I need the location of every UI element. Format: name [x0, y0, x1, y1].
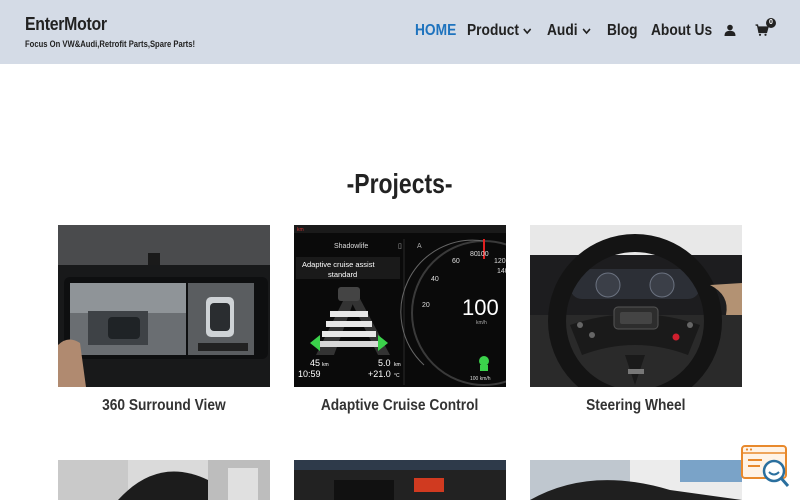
- cluster-mode-line2: standard: [328, 270, 357, 279]
- projects-heading-text: -Projects-: [347, 168, 453, 199]
- chevron-down-icon: [523, 28, 532, 35]
- dial-label-20: 20: [422, 302, 430, 309]
- cluster-speed-unit: km/h: [476, 320, 487, 326]
- search-chat-icon: [741, 445, 790, 487]
- nav-about[interactable]: About Us: [651, 22, 712, 40]
- nav-blog-label: Blog: [607, 22, 638, 39]
- cluster-temp: +21.0: [368, 369, 391, 379]
- dial-label-120: 120: [494, 258, 506, 265]
- project-card-360[interactable]: 360 Surround View: [58, 225, 270, 415]
- project-label-360[interactable]: 360 Surround View: [58, 397, 270, 415]
- project-card-acc[interactable]: km Shadowlife Adaptive cruise assist sta…: [294, 225, 506, 415]
- project-image-steering[interactable]: [530, 225, 742, 387]
- nav-about-label: About Us: [651, 22, 713, 39]
- cluster-set-speed: 100 km/h: [470, 376, 491, 382]
- cluster-speed: 100: [462, 295, 499, 320]
- project-image-acc[interactable]: km Shadowlife Adaptive cruise assist sta…: [294, 225, 506, 387]
- cluster-distance: 45: [310, 358, 320, 368]
- nav-blog[interactable]: Blog: [607, 22, 638, 40]
- nav-home[interactable]: HOME: [415, 22, 456, 40]
- project-label-acc-text: Adaptive Cruise Control: [321, 397, 479, 414]
- project-card-row2-3[interactable]: [530, 460, 742, 500]
- cluster-time: 10:59: [298, 369, 321, 379]
- cluster-temp-unit: °C: [394, 373, 400, 379]
- nav-audi[interactable]: Audi: [547, 22, 591, 40]
- dial-label-100: 100: [477, 251, 489, 258]
- main-nav: HOME Product Audi Blog About Us: [0, 22, 800, 42]
- dial-label-40: 40: [431, 276, 439, 283]
- project-label-steering[interactable]: Steering Wheel: [530, 397, 742, 415]
- project-label-360-text: 360 Surround View: [102, 397, 226, 414]
- project-card-row2-1[interactable]: [58, 460, 270, 500]
- svg-text:A: A: [417, 243, 422, 250]
- project-label-steering-text: Steering Wheel: [586, 397, 686, 414]
- projects-heading: -Projects-: [0, 168, 800, 200]
- cluster-mode-line1: Adaptive cruise assist: [302, 260, 375, 269]
- nav-audi-label: Audi: [547, 22, 578, 39]
- svg-text:▯: ▯: [398, 243, 402, 250]
- dial-label-140: 140: [497, 268, 506, 275]
- nav-product[interactable]: Product: [467, 22, 533, 40]
- project-card-row2-2[interactable]: [294, 460, 506, 500]
- cluster-trip: 5.0: [378, 358, 391, 368]
- project-label-acc[interactable]: Adaptive Cruise Control: [294, 397, 506, 415]
- search-chat-widget[interactable]: [740, 444, 792, 492]
- project-image-360[interactable]: [58, 225, 270, 387]
- cluster-brand: Shadowlife: [334, 243, 368, 250]
- cluster-distance-unit: km: [322, 362, 329, 368]
- cluster-km-mark: km: [297, 227, 304, 233]
- cluster-trip-unit: km: [394, 362, 401, 368]
- user-icon[interactable]: [724, 24, 736, 36]
- cart-count-badge: 0: [766, 18, 776, 28]
- project-card-steering[interactable]: Steering Wheel: [530, 225, 742, 415]
- dial-label-60: 60: [452, 258, 460, 265]
- nav-product-label: Product: [467, 22, 519, 39]
- nav-home-label: HOME: [415, 22, 457, 39]
- site-header: EnterMotor Focus On VW&Audi,Retrofit Par…: [0, 0, 800, 64]
- chevron-down-icon: [582, 28, 591, 35]
